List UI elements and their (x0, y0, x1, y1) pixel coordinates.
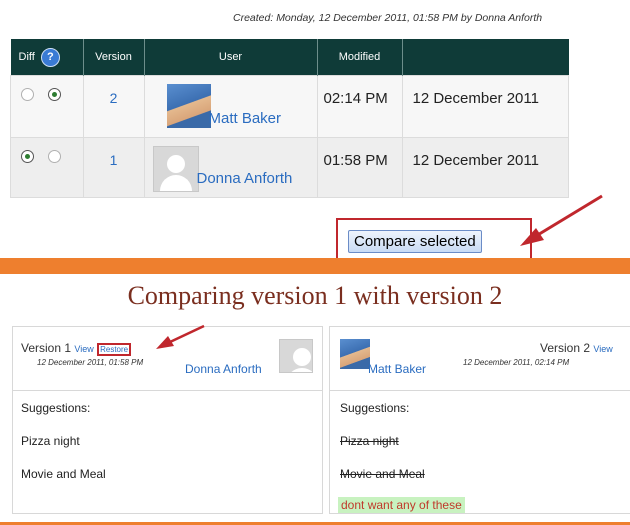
version-2-timestamp: 12 December 2011, 02:14 PM (463, 358, 570, 367)
table-row: 1 Donna Anforth 01:58 PM 12 December 201… (10, 137, 569, 198)
col-version: Version (83, 39, 145, 76)
modified-date: 12 December 2011 (412, 90, 539, 107)
user-link[interactable]: Donna Anforth (185, 362, 262, 376)
created-info: Created: Monday, 12 December 2011, 01:58… (233, 12, 543, 24)
compare-selected-button[interactable]: Compare selected (348, 230, 482, 253)
comparison-heading: Comparing version 1 with version 2 (127, 281, 503, 310)
version-2-panel: Matt Baker Version 2 View 12 December 20… (329, 326, 630, 514)
avatar (166, 84, 211, 128)
added-item: dont want any of these (338, 497, 465, 513)
orange-divider (0, 258, 630, 274)
restore-link[interactable]: Restore (97, 343, 132, 356)
avatar-placeholder (279, 339, 313, 373)
removed-item: Pizza night (340, 434, 399, 448)
version-2-label: Version 2 (540, 341, 591, 355)
diff-radio-from[interactable] (21, 88, 34, 101)
section-label: Suggestions: (21, 401, 91, 415)
avatar-placeholder (152, 146, 199, 192)
user-link[interactable]: Matt Baker (209, 110, 282, 127)
col-date (402, 39, 569, 76)
modified-time: 02:14 PM (323, 90, 388, 107)
list-item: Pizza night (21, 434, 80, 448)
modified-date: 12 December 2011 (412, 152, 539, 169)
diff-radio-from[interactable] (21, 150, 34, 163)
table-row: 2 Matt Baker 02:14 PM 12 December 2011 (10, 75, 569, 138)
removed-item: Movie and Meal (340, 467, 425, 481)
version-1-label: Version 1 (21, 341, 72, 355)
version-link[interactable]: 1 (84, 138, 144, 168)
col-modified: Modified (317, 39, 403, 76)
version-link[interactable]: 2 (84, 76, 144, 106)
version-2-header: Matt Baker Version 2 View 12 December 20… (330, 327, 630, 391)
col-diff: Diff ? (10, 39, 84, 76)
diff-radio-to[interactable] (48, 88, 61, 101)
view-link[interactable]: View (74, 344, 93, 354)
help-icon[interactable]: ? (40, 47, 60, 67)
version-1-header: Version 1 View Restore 12 December 2011,… (13, 327, 322, 391)
list-item: Movie and Meal (21, 467, 106, 481)
avatar (340, 339, 370, 369)
version-history-table: Diff ? Version User Modified 2 Matt Bake… (10, 39, 569, 198)
col-user: User (144, 39, 318, 76)
diff-radio-to[interactable] (48, 150, 61, 163)
view-link[interactable]: View (593, 344, 612, 354)
version-1-panel: Version 1 View Restore 12 December 2011,… (12, 326, 323, 514)
user-link[interactable]: Matt Baker (368, 362, 426, 376)
diff-header-label: Diff (18, 51, 35, 63)
user-link[interactable]: Donna Anforth (197, 170, 293, 187)
section-label: Suggestions: (340, 401, 410, 415)
modified-time: 01:58 PM (323, 152, 388, 169)
version-1-timestamp: 12 December 2011, 01:58 PM (37, 358, 144, 367)
